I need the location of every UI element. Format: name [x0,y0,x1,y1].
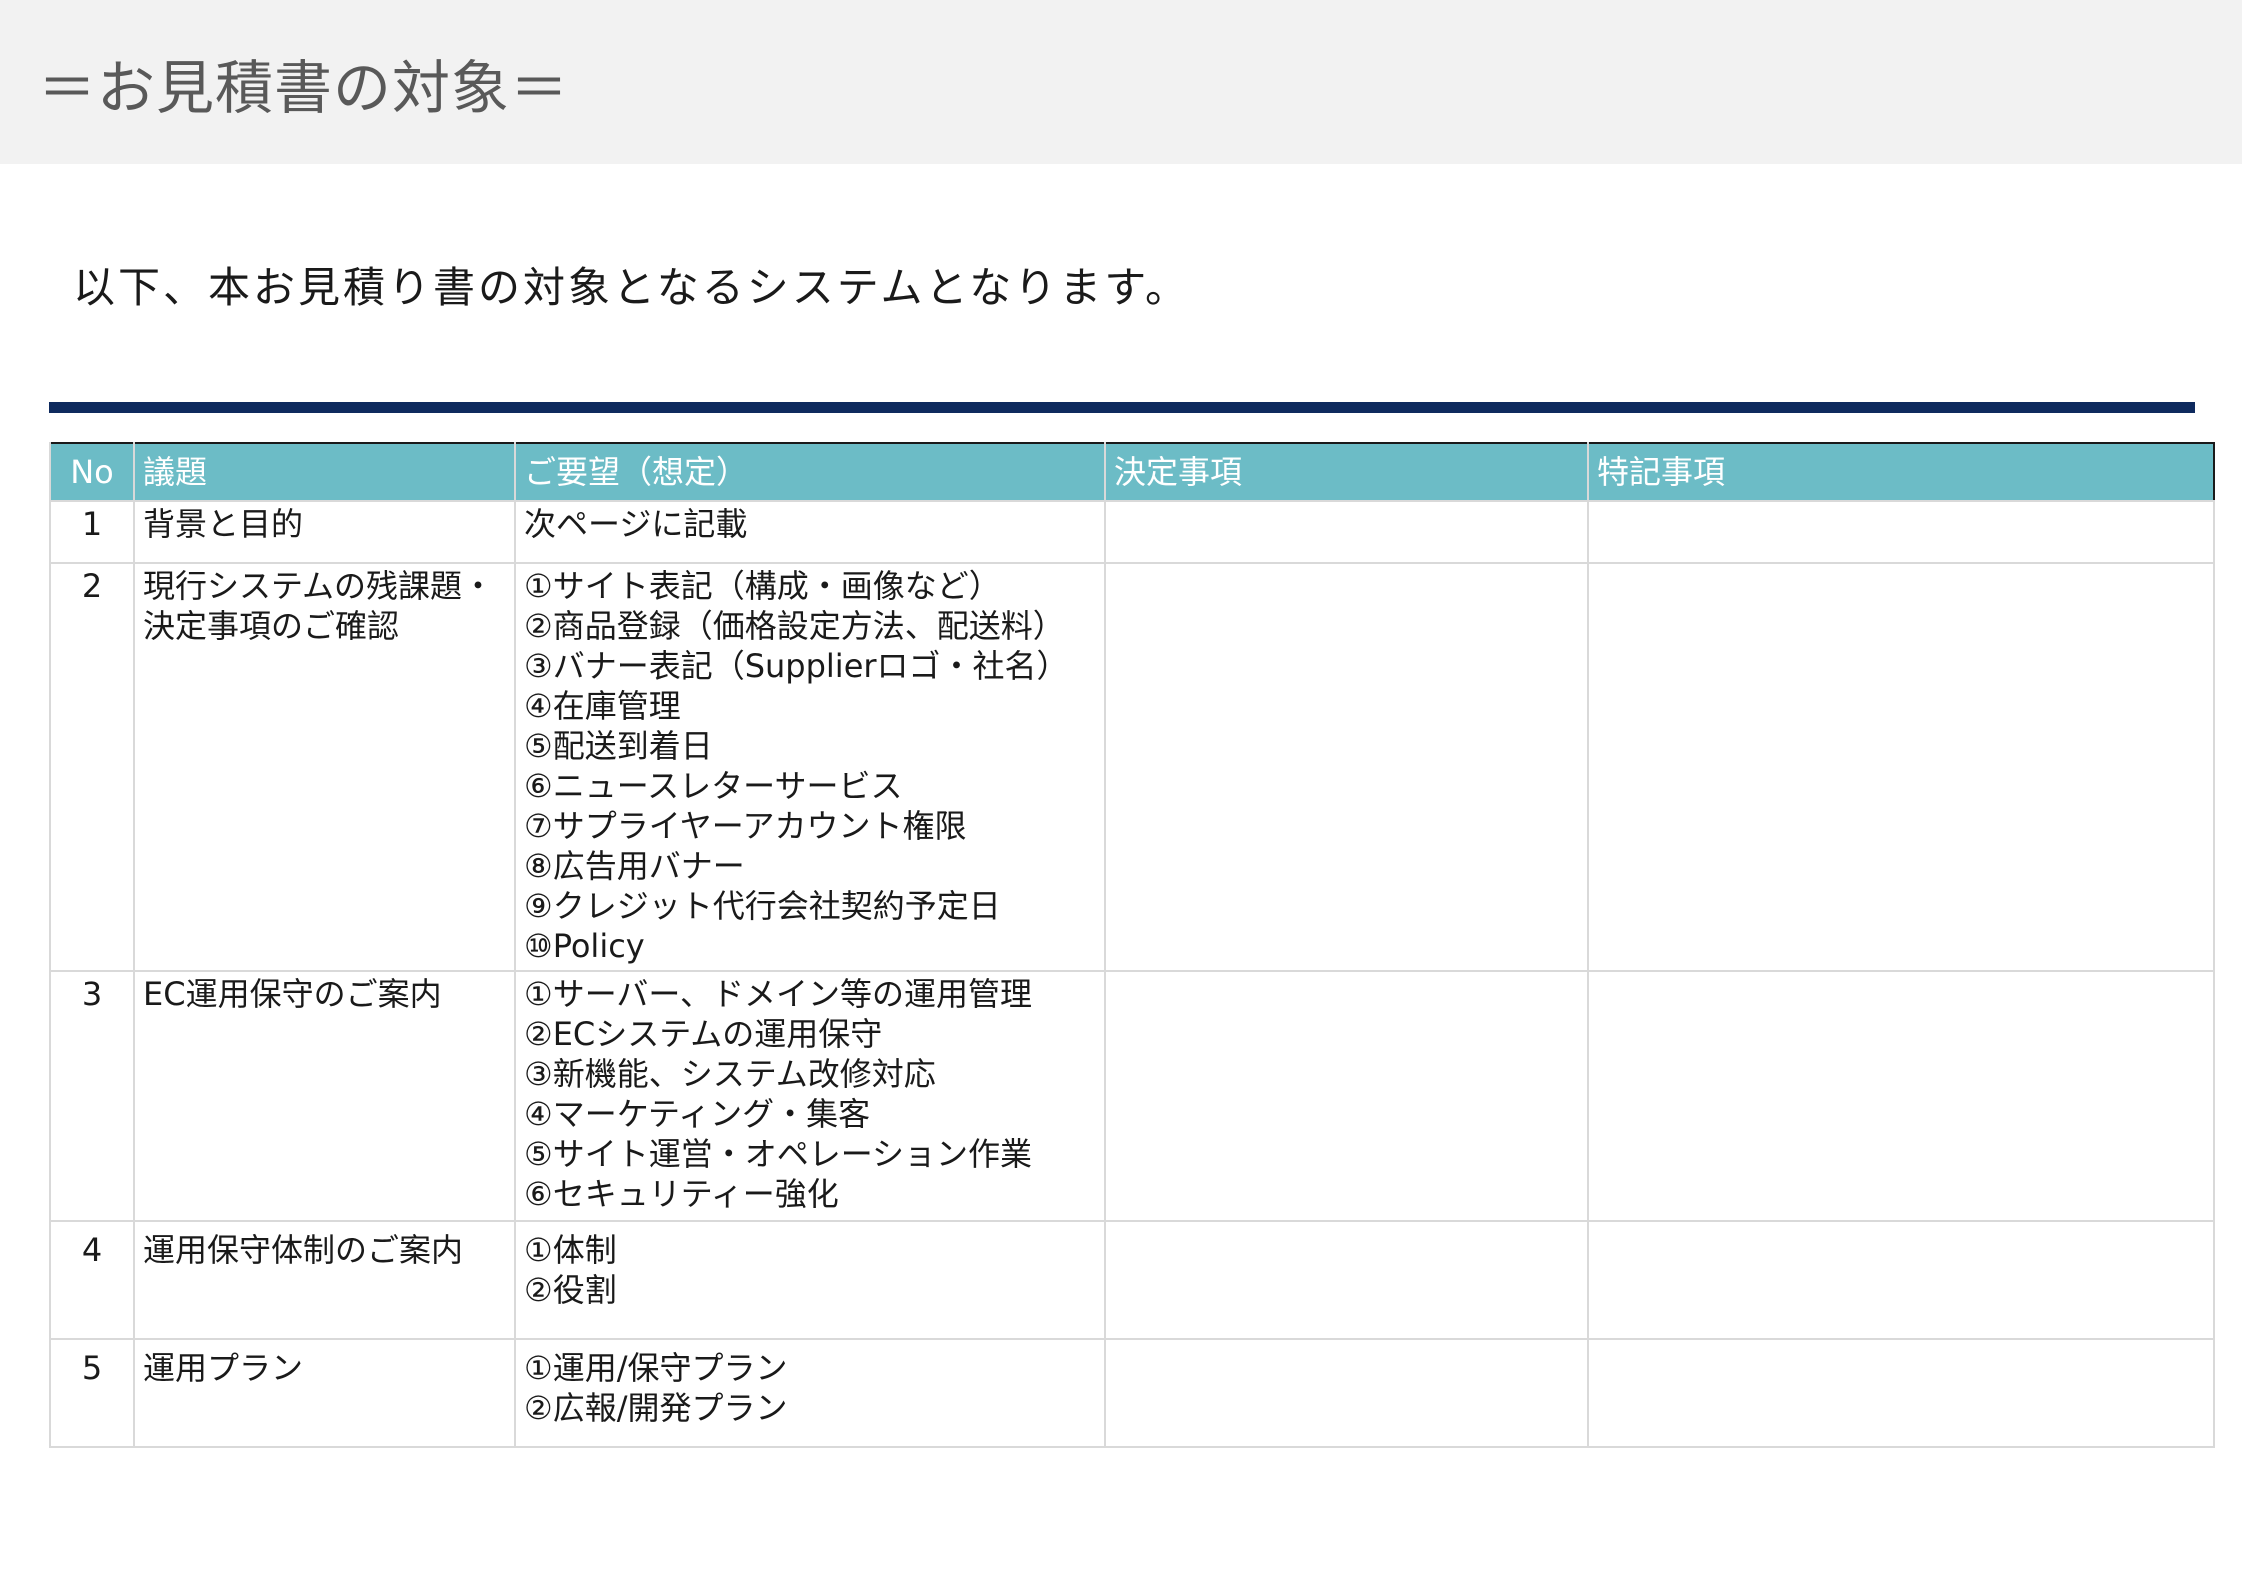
request-item: ①運用/保守プラン [524,1349,788,1387]
request-item: ②役割 [524,1271,617,1309]
requests-cell: ①運用/保守プラン ②広報/開発プラン [514,1338,1106,1448]
table-row: 3 EC運用保守のご案内 ①サーバー、ドメイン等の運用管理 ②ECシステムの運用… [49,970,2215,1222]
request-item: ⑤サイト運営・オペレーション作業 [524,1135,1033,1173]
requests-cell: 次ページに記載 [514,500,1106,564]
intro-text: 以下、本お見積り書の対象となるシステムとなります。 [73,263,1191,312]
topic-text: 決定事項のご確認 [143,607,400,645]
column-header-topic: 議題 [133,443,515,501]
request-item: ②広報/開発プラン [524,1389,788,1427]
request-item: ⑥ニュースレターサービス [524,767,903,805]
requests-cell: ①体制 ②役割 [514,1220,1106,1340]
topic-text: EC運用保守のご案内 [143,975,442,1013]
topic-text: 運用保守体制のご案内 [143,1231,464,1269]
notes-cell [1587,500,2215,564]
topic-cell: EC運用保守のご案内 [133,970,516,1222]
header-band: ＝お見積書の対象＝ [0,0,2242,164]
request-item: ⑥セキュリティー強化 [524,1175,839,1213]
request-item: ①サイト表記（構成・画像など） [524,567,1001,605]
request-item: ④マーケティング・集客 [524,1095,871,1133]
topic-text: 現行システムの残課題・ [143,567,495,605]
table-row: 1 背景と目的 次ページに記載 [49,500,2215,564]
table-header-row: No 議題 ご要望（想定） 決定事項 特記事項 [49,443,2214,501]
agenda-table: No 議題 ご要望（想定） 決定事項 特記事項 1 背景と目的 次ページに記載 … [49,442,2215,1448]
request-item: ②ECシステムの運用保守 [524,1015,883,1053]
request-item: ②商品登録（価格設定方法、配送料） [524,607,1065,645]
decisions-cell [1104,562,1589,972]
page-title: ＝お見積書の対象＝ [38,54,570,122]
notes-cell [1587,562,2215,972]
requests-cell: ①サイト表記（構成・画像など） ②商品登録（価格設定方法、配送料） ③バナー表記… [514,562,1106,972]
accent-divider [49,402,2195,413]
request-item: ①サーバー、ドメイン等の運用管理 [524,975,1033,1013]
request-item: ③新機能、システム改修対応 [524,1055,936,1093]
topic-cell: 運用プラン [133,1338,516,1448]
column-header-decisions: 決定事項 [1104,443,1588,501]
notes-cell [1587,970,2215,1222]
request-item: ⑦サプライヤーアカウント権限 [524,807,967,845]
column-header-notes: 特記事項 [1587,443,2214,501]
topic-cell: 運用保守体制のご案内 [133,1220,516,1340]
request-item: ⑤配送到着日 [524,727,713,765]
table-row: 4 運用保守体制のご案内 ①体制 ②役割 [49,1220,2215,1340]
table-row: 2 現行システムの残課題・ 決定事項のご確認 ①サイト表記（構成・画像など） ②… [49,562,2215,972]
decisions-cell [1104,500,1589,564]
table-row: 5 運用プラン ①運用/保守プラン ②広報/開発プラン [49,1338,2215,1448]
notes-cell [1587,1220,2215,1340]
request-item: ③バナー表記（Supplierロゴ・社名） [524,647,1069,685]
decisions-cell [1104,1338,1589,1448]
notes-cell [1587,1338,2215,1448]
request-item: ④在庫管理 [524,687,681,725]
request-item: ①体制 [524,1231,617,1269]
topic-cell: 現行システムの残課題・ 決定事項のご確認 [133,562,516,972]
row-number: 4 [49,1220,135,1340]
topic-text: 背景と目的 [143,505,304,543]
column-header-requests: ご要望（想定） [514,443,1105,501]
topic-cell: 背景と目的 [133,500,516,564]
row-number: 3 [49,970,135,1222]
decisions-cell [1104,1220,1589,1340]
request-item: ⑨クレジット代行会社契約予定日 [524,887,1001,925]
decisions-cell [1104,970,1589,1222]
row-number: 1 [49,500,135,564]
column-header-no: No [49,443,134,501]
request-item: ⑧広告用バナー [524,847,745,885]
row-number: 5 [49,1338,135,1448]
row-number: 2 [49,562,135,972]
request-item: 次ページに記載 [524,505,748,543]
request-item: ⑩Policy [524,927,645,965]
requests-cell: ①サーバー、ドメイン等の運用管理 ②ECシステムの運用保守 ③新機能、システム改… [514,970,1106,1222]
topic-text: 運用プラン [143,1349,304,1387]
